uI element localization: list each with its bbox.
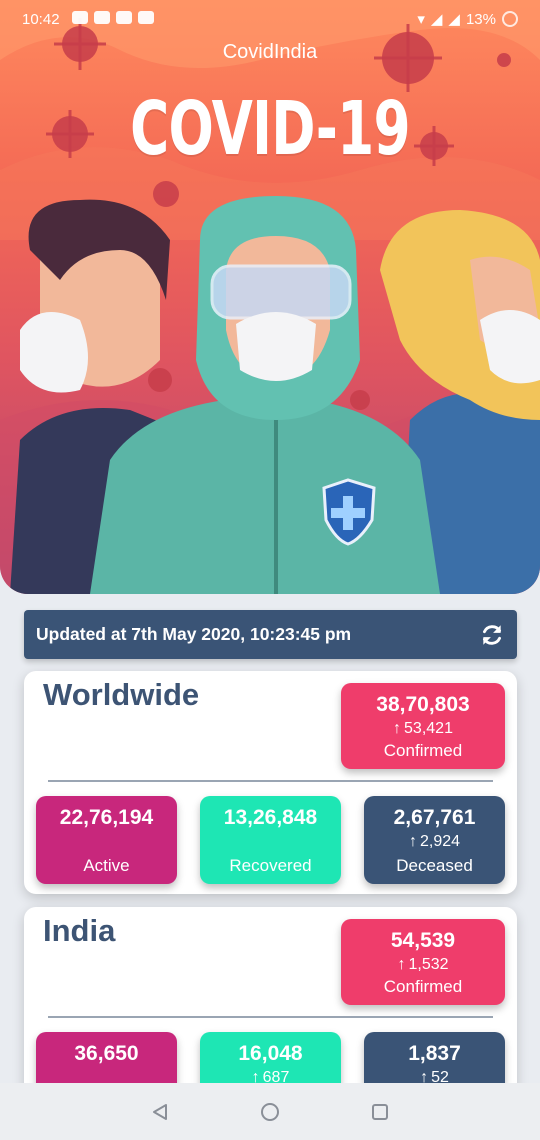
confirmed-delta: ↑ 53,421 — [341, 720, 505, 738]
recovered-value: 16,048 — [238, 1042, 303, 1065]
deceased-delta-value: 2,924 — [419, 833, 461, 850]
divider — [48, 1016, 493, 1018]
worldwide-deceased-box[interactable]: 2,67,761 ↑ 2,924 Deceased — [364, 796, 505, 884]
confirmed-delta-value: 53,421 — [404, 720, 453, 737]
battery-percent: 13% — [465, 10, 496, 28]
worldwide-recovered-box[interactable]: 13,26,848 Recovered — [200, 796, 341, 884]
active-label: Active — [83, 856, 130, 875]
deceased-value: 1,837 — [408, 1042, 461, 1065]
recovered-value: 13,26,848 — [223, 806, 318, 829]
status-time: 10:42 — [22, 11, 60, 28]
confirmed-value: 54,539 — [390, 929, 456, 952]
hero-heading: COVID-19 — [130, 86, 410, 172]
worldwide-title: Worldwide — [43, 677, 200, 712]
home-circle-icon — [261, 1102, 279, 1121]
app-title: CovidIndia — [222, 41, 318, 63]
active-value: 36,650 — [74, 1042, 139, 1065]
active-value: 22,76,194 — [59, 806, 154, 829]
back-button[interactable] — [147, 1099, 173, 1125]
home-button[interactable] — [257, 1099, 283, 1125]
arrow-up-icon: ↑ — [393, 720, 402, 737]
hero-banner: CovidIndia COVID-19 — [0, 0, 540, 594]
india-title: India — [43, 913, 116, 948]
signal-icon: ◢ — [430, 11, 443, 28]
arrow-up-icon: ↑ — [408, 833, 417, 850]
wifi-icon: ▾ — [417, 11, 425, 28]
notification-icons — [72, 11, 154, 24]
arrow-up-icon: ↑ — [397, 956, 406, 973]
recents-square-icon — [372, 1103, 388, 1120]
worldwide-active-box[interactable]: 22,76,194 Active — [36, 796, 177, 884]
confirmed-value: 38,70,803 — [376, 693, 470, 716]
updated-text: Updated at 7th May 2020, 10:23:45 pm — [36, 624, 352, 644]
confirmed-label: Confirmed — [383, 977, 463, 996]
app-notification-icon — [94, 11, 110, 24]
health-icon — [116, 11, 132, 24]
recovered-label: Recovered — [229, 856, 312, 875]
worldwide-card: Worldwide 38,70,803 ↑ 53,421 Confirmed 22… — [24, 671, 517, 894]
system-icons: ▾ ◢ ◢ 13% — [417, 10, 518, 28]
confirmed-delta-value: 1,532 — [408, 956, 449, 973]
divider — [48, 780, 493, 782]
deceased-value: 2,67,761 — [393, 806, 476, 829]
worldwide-confirmed-box[interactable]: 38,70,803 ↑ 53,421 Confirmed — [341, 683, 505, 769]
youtube-icon — [72, 11, 88, 24]
media-icon — [138, 11, 154, 24]
recents-button[interactable] — [367, 1099, 393, 1125]
confirmed-delta: ↑ 1,532 — [341, 956, 505, 974]
updated-bar: Updated at 7th May 2020, 10:23:45 pm — [24, 610, 517, 659]
signal-icon-2: ◢ — [448, 11, 460, 28]
deceased-delta: ↑ 2,924 — [364, 833, 505, 851]
deceased-label: Deceased — [396, 856, 473, 875]
refresh-icon[interactable] — [479, 622, 505, 648]
back-triangle-icon — [153, 1103, 167, 1120]
india-confirmed-box[interactable]: 54,539 ↑ 1,532 Confirmed — [341, 919, 505, 1005]
confirmed-label: Confirmed — [383, 741, 463, 760]
battery-icon — [502, 11, 518, 27]
system-nav-bar — [0, 1083, 540, 1140]
status-bar: 10:42 ▾ ◢ ◢ 13% — [0, 0, 540, 40]
